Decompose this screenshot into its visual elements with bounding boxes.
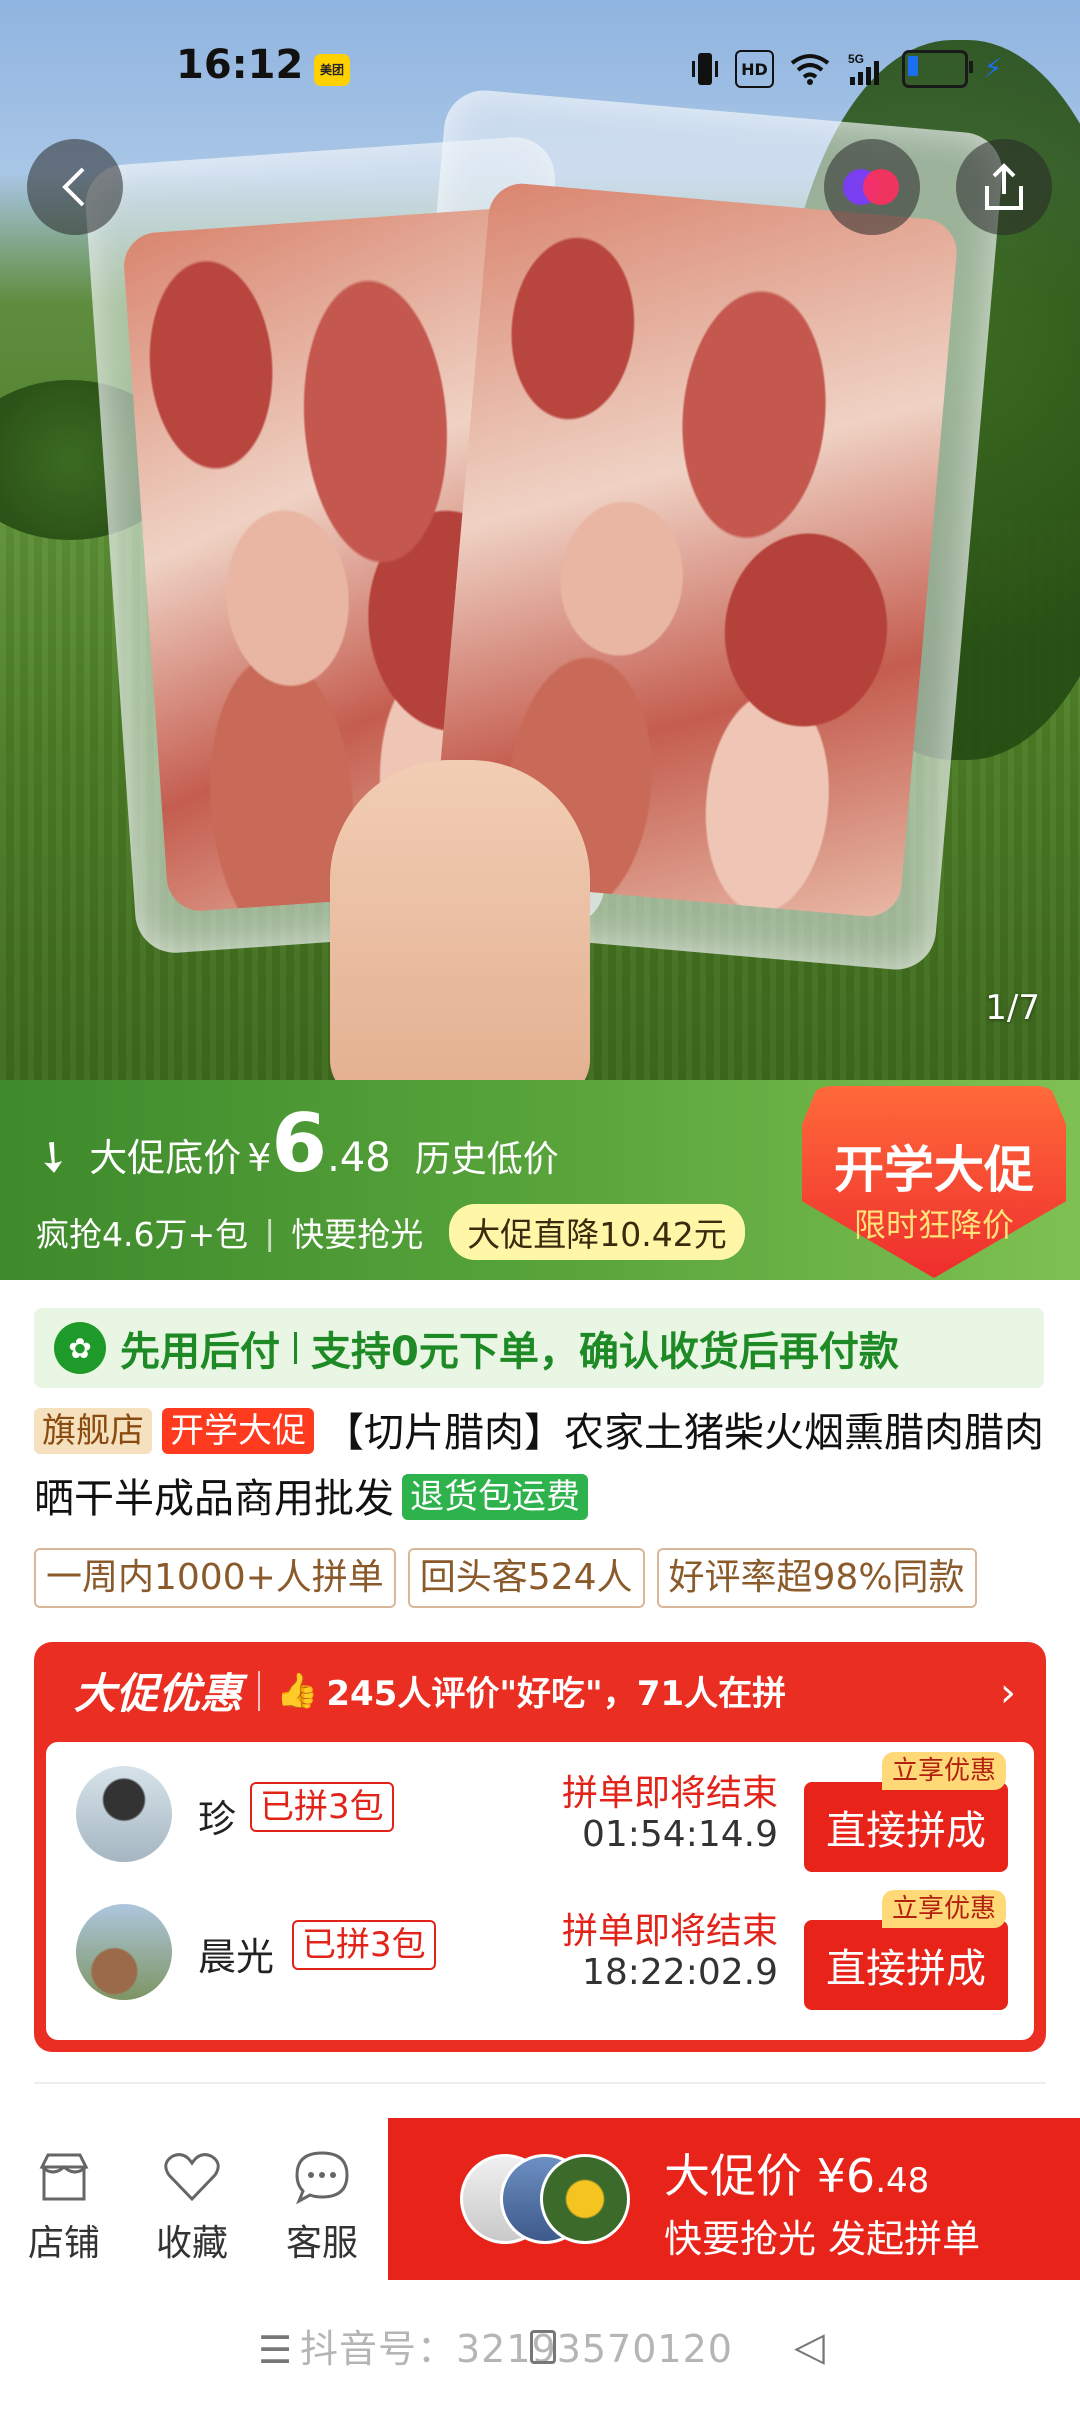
price-drop-arrow-icon: ➘ <box>24 1126 83 1187</box>
history-low-label: 历史低价 <box>414 1139 559 1180</box>
group-row: 珍 已拼3包 拼单即将结束 01:54:14.9 直接拼成 立享优惠 <box>46 1742 1034 1878</box>
campaign-badge-title: 开学大促 <box>834 1141 1034 1199</box>
price-integer: 6 <box>271 1097 328 1190</box>
buyer-avatars <box>460 2154 630 2244</box>
instant-discount-tag: 立享优惠 <box>882 1890 1007 1928</box>
avatar <box>540 2154 630 2244</box>
vibrate-icon <box>691 50 719 88</box>
avatar <box>76 1766 172 1862</box>
campaign-badge[interactable]: 开学大促 限时狂降价 <box>802 1086 1066 1278</box>
buy-currency: ¥ <box>816 2149 846 2203</box>
price-decimal: .48 <box>327 1135 391 1181</box>
stat-tag: 回头客524人 <box>407 1548 645 1608</box>
meituan-notification-icon: 美团 <box>314 54 350 86</box>
group-deal-card: 大促优惠 👍 245人评价"好吃"，71人在拼 › 珍 已拼3包 拼单即将结束 … <box>34 1642 1046 2052</box>
group-count-badge: 已拼3包 <box>292 1920 436 1970</box>
promo-price-row: ➘ 大促底价 ¥ 6 .48 历史低价 <box>24 1097 559 1190</box>
status-icons: HD 5G ⚡ <box>691 50 1002 88</box>
campaign-badge-subtitle: 限时狂降价 <box>853 1206 1014 1244</box>
group-list: 珍 已拼3包 拼单即将结束 01:54:14.9 直接拼成 立享优惠 晨光 已拼… <box>46 1742 1034 2040</box>
hurry-label: 快要抢光 <box>291 1215 424 1254</box>
join-group-button[interactable]: 直接拼成 <box>804 1920 1008 2010</box>
buy-price-decimal: .48 <box>875 2161 930 2201</box>
thumbs-up-icon: 👍 <box>276 1670 319 1711</box>
campaign-tag: 开学大促 <box>162 1408 314 1454</box>
chat-icon <box>262 2144 382 2210</box>
share-icon <box>985 163 1023 210</box>
buy-subtitle: 快要抢光 发起拼单 <box>664 2217 981 2261</box>
menu-icon[interactable]: ☰ <box>258 2328 292 2372</box>
brand-logo-icon <box>843 169 899 205</box>
store-label: 店铺 <box>27 2223 100 2264</box>
store-icon <box>4 2144 124 2210</box>
hd-icon: HD <box>735 50 774 88</box>
back-triangle-icon[interactable]: ◁ <box>794 2324 825 2370</box>
hand <box>330 760 590 1080</box>
avatar <box>76 1904 172 2000</box>
buy-price: 大促价 ¥6.48 <box>664 2140 929 2206</box>
buy-price-integer: 6 <box>845 2149 876 2203</box>
group-ending-label: 拼单即将结束 <box>561 1773 778 1814</box>
wifi-icon <box>790 50 830 88</box>
group-ending-label: 拼单即将结束 <box>561 1911 778 1952</box>
product-image[interactable]: 1/7 <box>0 0 1080 1080</box>
back-button[interactable] <box>27 139 123 235</box>
buy-group-button[interactable]: 大促价 ¥6.48 快要抢光 发起拼单 <box>388 2118 1080 2280</box>
charging-icon: ⚡ <box>983 54 1002 84</box>
deal-brand: 大促优惠 <box>74 1669 243 1718</box>
sold-count: 疯抢4.6万+包 <box>36 1215 249 1254</box>
group-leader-name: 晨光 <box>198 1935 275 1979</box>
pay-later-title: 先用后付 <box>120 1329 280 1375</box>
chevron-left-icon <box>62 167 85 207</box>
stat-tag: 好评率超98%同款 <box>656 1548 977 1608</box>
group-leader-name: 珍 <box>198 1797 237 1841</box>
instant-discount-tag: 立享优惠 <box>882 1752 1007 1790</box>
share-button[interactable] <box>956 139 1052 235</box>
favorite-label: 收藏 <box>155 2223 228 2264</box>
promo-sales-row: 疯抢4.6万+包 | 快要抢光 大促直降10.42元 <box>36 1204 745 1260</box>
pay-later-icon: ✿ <box>54 1322 106 1374</box>
stat-tag: 一周内1000+人拼单 <box>34 1548 396 1608</box>
favorite-button[interactable]: 收藏 <box>132 2144 252 2266</box>
flagship-store-tag: 旗舰店 <box>34 1408 152 1454</box>
product-title: 旗舰店 开学大促 【切片腊肉】农家土猪柴火烟熏腊肉腊肉晒干半成品商用批发 退货包运费 <box>34 1400 1054 1532</box>
store-button[interactable]: 店铺 <box>4 2144 124 2266</box>
join-group-button[interactable]: 直接拼成 <box>804 1782 1008 1872</box>
svg-text:5G: 5G <box>848 52 864 66</box>
signal-5g-icon: 5G <box>846 50 886 88</box>
buy-price-label: 大促价 <box>664 2149 802 2203</box>
group-countdown: 18:22:02.9 <box>581 1952 778 1993</box>
group-row: 晨光 已拼3包 拼单即将结束 18:22:02.9 直接拼成 立享优惠 <box>46 1880 1034 2016</box>
social-proof-tags: 一周内1000+人拼单 回头客524人 好评率超98%同款 <box>34 1548 977 1608</box>
status-time: 16:12 <box>176 42 304 88</box>
promo-price-label: 大促底价 <box>89 1136 242 1180</box>
image-counter: 1/7 <box>985 988 1040 1028</box>
chevron-right-icon[interactable]: › <box>1000 1670 1016 1716</box>
group-countdown: 01:54:14.9 <box>581 1814 778 1855</box>
app-logo-button[interactable] <box>824 139 920 235</box>
status-bar: 16:12 美团 HD 5G ⚡ <box>0 0 1080 130</box>
customer-service-button[interactable]: 客服 <box>262 2144 382 2266</box>
section-divider <box>34 2082 1046 2084</box>
group-count-badge: 已拼3包 <box>250 1782 394 1832</box>
pay-later-bar[interactable]: ✿ 先用后付 支持0元下单，确认收货后再付款 <box>34 1308 1044 1388</box>
price-drop-tag: 大促直降10.42元 <box>449 1204 745 1260</box>
divider <box>294 1332 297 1364</box>
divider <box>258 1670 261 1711</box>
battery-icon <box>901 50 973 88</box>
pay-later-desc: 支持0元下单，确认收货后再付款 <box>311 1329 899 1375</box>
review-summary: 245人评价"好吃"，71人在拼 <box>326 1674 787 1714</box>
customer-service-label: 客服 <box>285 2223 358 2264</box>
watermark: 抖音号：32193570120 <box>300 2327 733 2371</box>
deal-card-header[interactable]: 大促优惠 👍 245人评价"好吃"，71人在拼 <box>74 1660 786 1721</box>
free-return-tag: 退货包运费 <box>402 1474 588 1520</box>
divider: | <box>264 1212 276 1252</box>
heart-icon <box>132 2144 252 2210</box>
currency-symbol: ¥ <box>247 1136 272 1180</box>
